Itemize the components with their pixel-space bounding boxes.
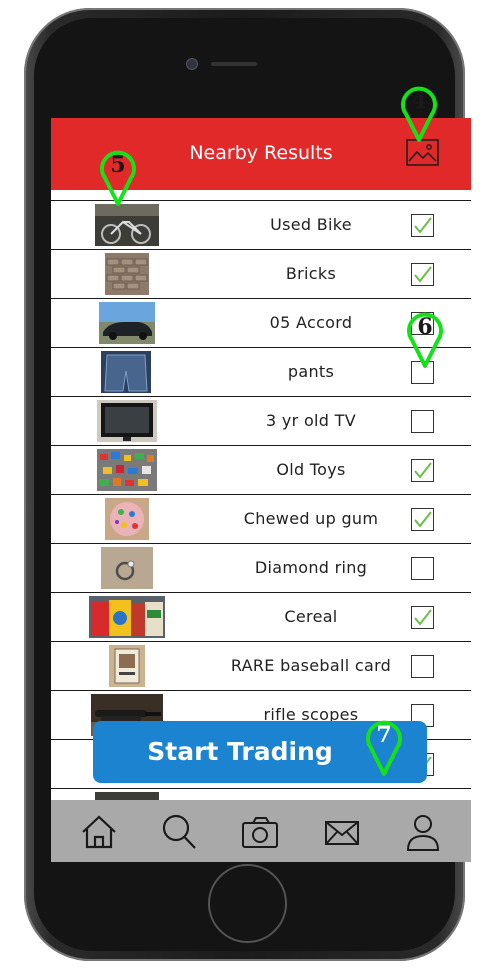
item-label: Used Bike — [270, 215, 352, 234]
item-label: RARE baseball card — [230, 656, 392, 675]
tab-messages[interactable] — [320, 810, 364, 854]
item-checkbox[interactable] — [411, 655, 434, 678]
item-label: 05 Accord — [269, 313, 353, 332]
annotation-marker-6: 6 — [403, 306, 447, 370]
checkmark-icon — [414, 609, 432, 626]
item-checkbox[interactable] — [411, 410, 434, 433]
list-item[interactable]: Chewed up gum — [51, 495, 471, 544]
front-camera — [186, 58, 198, 70]
item-thumbnail — [105, 253, 149, 295]
item-label: Bricks — [285, 264, 337, 283]
app-screen: Nearby Results Used Bike Bricks 05 Accor… — [51, 118, 471, 862]
annotation-marker-7: 7 — [362, 714, 406, 778]
marker-number: 7 — [376, 722, 392, 748]
list-item[interactable]: RARE baseball card — [51, 642, 471, 691]
profile-icon — [406, 815, 440, 851]
home-icon — [82, 815, 116, 849]
item-checkbox[interactable] — [411, 557, 434, 580]
item-thumbnail — [101, 547, 153, 589]
list-item[interactable]: Bricks — [51, 250, 471, 299]
marker-number: 6 — [417, 314, 433, 340]
item-thumbnail — [95, 204, 159, 246]
earpiece-speaker — [211, 62, 257, 66]
item-label: Cereal — [284, 607, 338, 626]
tab-search[interactable] — [157, 810, 201, 854]
search-icon — [162, 814, 196, 849]
item-checkbox[interactable] — [411, 508, 434, 531]
camera-icon — [242, 817, 278, 848]
item-thumbnail — [101, 351, 151, 393]
checkmark-icon — [414, 511, 432, 528]
item-thumbnail — [97, 400, 157, 442]
checkmark-icon — [414, 217, 432, 234]
tab-home[interactable] — [77, 810, 121, 854]
list-item[interactable]: 3 yr old TV — [51, 397, 471, 446]
item-checkbox[interactable] — [411, 214, 434, 237]
marker-number: 4 — [411, 88, 427, 114]
bottom-tab-bar — [51, 800, 471, 862]
item-label: 3 yr old TV — [266, 411, 356, 430]
mail-icon — [325, 821, 359, 845]
item-checkbox[interactable] — [411, 263, 434, 286]
item-label: Old Toys — [276, 460, 346, 479]
list-item[interactable]: Used Bike — [51, 201, 471, 250]
annotation-marker-4: 4 — [397, 80, 441, 144]
item-label: pants — [287, 362, 335, 381]
item-label: Diamond ring — [254, 558, 368, 577]
item-label: Chewed up gum — [243, 509, 379, 528]
item-thumbnail — [109, 645, 145, 687]
item-checkbox[interactable] — [411, 459, 434, 482]
item-thumbnail — [89, 596, 165, 638]
tab-camera[interactable] — [238, 810, 282, 854]
item-thumbnail — [99, 302, 155, 344]
checkmark-icon — [414, 266, 432, 283]
item-thumbnail — [97, 449, 157, 491]
list-item[interactable]: Old Toys — [51, 446, 471, 495]
marker-number: 5 — [110, 152, 126, 178]
item-thumbnail — [105, 498, 149, 540]
tab-profile[interactable] — [401, 810, 445, 854]
checkmark-icon — [414, 462, 432, 479]
annotation-marker-5: 5 — [96, 144, 140, 208]
item-checkbox[interactable] — [411, 606, 434, 629]
home-hardware-button[interactable] — [208, 864, 287, 943]
list-item[interactable]: Diamond ring — [51, 544, 471, 593]
list-item[interactable]: Cereal — [51, 593, 471, 642]
